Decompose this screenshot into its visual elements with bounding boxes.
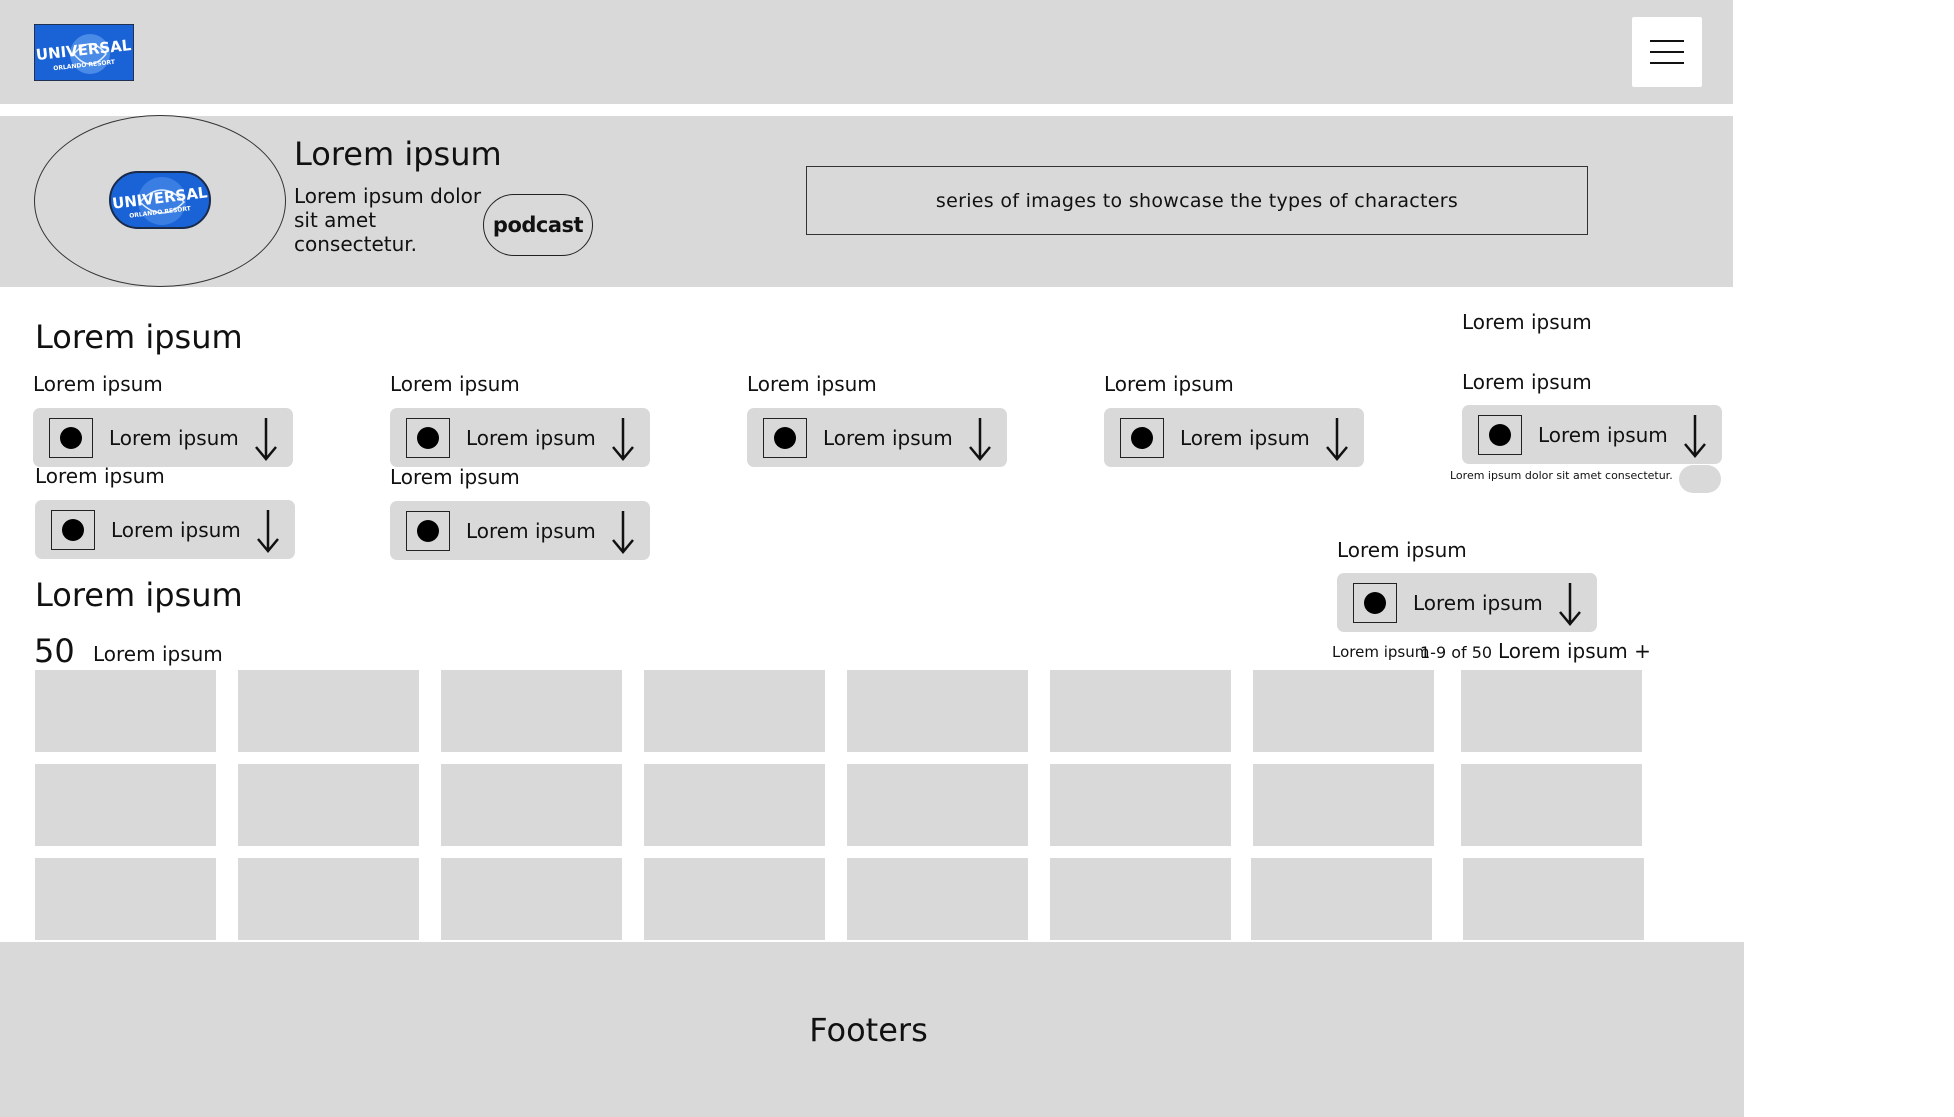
pager-range: 1-9 of 50 — [1420, 643, 1493, 662]
menu-button[interactable] — [1632, 17, 1702, 87]
result-tile[interactable] — [238, 764, 419, 846]
page-footer: Footers — [0, 942, 1744, 1117]
filter-dropdown[interactable]: Lorem ipsum — [35, 500, 295, 559]
dropdown-label: Lorem ipsum — [466, 426, 596, 450]
arrow-down-icon — [612, 418, 634, 461]
arrow-down-icon — [1684, 415, 1706, 458]
character-avatar: UNIVERSAL ORLANDO RESORT — [34, 115, 286, 287]
result-tile[interactable] — [644, 764, 825, 846]
top-navigation-bar — [0, 0, 1733, 104]
result-tile[interactable] — [847, 764, 1028, 846]
dropdown-label: Lorem ipsum — [111, 518, 241, 542]
arrow-down-icon — [255, 418, 277, 461]
hamburger-menu-icon-bar — [1650, 51, 1684, 53]
result-tile[interactable] — [1463, 858, 1644, 940]
filter-dropdown[interactable]: Lorem ipsum — [1337, 573, 1597, 632]
filter-dropdown[interactable]: Lorem ipsum — [1104, 408, 1364, 467]
result-tile[interactable] — [441, 764, 622, 846]
radio-icon — [406, 418, 450, 458]
filter-label: Lorem ipsum — [1462, 370, 1592, 394]
radio-icon — [406, 511, 450, 551]
filters-top-right-label: Lorem ipsum — [1462, 310, 1592, 334]
filter-label: Lorem ipsum — [747, 372, 877, 396]
result-tile[interactable] — [1251, 858, 1432, 940]
radio-icon — [1120, 418, 1164, 458]
result-tile[interactable] — [35, 858, 216, 940]
result-tile[interactable] — [1050, 670, 1231, 752]
results-section-title: Lorem ipsum — [35, 576, 243, 614]
radio-icon — [763, 418, 807, 458]
result-tile[interactable] — [1461, 670, 1642, 752]
result-tile[interactable] — [847, 670, 1028, 752]
filter-dropdown[interactable]: Lorem ipsum — [33, 408, 293, 467]
result-tile[interactable] — [1461, 764, 1642, 846]
load-more-link[interactable]: Lorem ipsum + — [1498, 639, 1651, 663]
result-tile[interactable] — [441, 670, 622, 752]
pager-label: Lorem ipsum — [1332, 643, 1430, 661]
results-count-label: Lorem ipsum — [93, 642, 223, 666]
result-tile[interactable] — [441, 858, 622, 940]
filter-label: Lorem ipsum — [1104, 372, 1234, 396]
arrow-down-icon — [612, 511, 634, 554]
toggle-switch[interactable] — [1679, 465, 1721, 493]
result-tile[interactable] — [1253, 764, 1434, 846]
hero-description: Lorem ipsum dolor sit amet consectetur. — [294, 184, 482, 256]
arrow-down-icon — [1559, 583, 1581, 626]
dropdown-label: Lorem ipsum — [466, 519, 596, 543]
result-tile[interactable] — [847, 858, 1028, 940]
result-tile[interactable] — [35, 670, 216, 752]
result-tile[interactable] — [644, 670, 825, 752]
filter-note: Lorem ipsum dolor sit amet consectetur. — [1450, 469, 1673, 482]
radio-icon — [1478, 415, 1522, 455]
result-tile[interactable] — [238, 858, 419, 940]
filters-section-title: Lorem ipsum — [35, 318, 243, 356]
filter-dropdown[interactable]: Lorem ipsum — [747, 408, 1007, 467]
results-count: 50 — [34, 632, 75, 670]
dropdown-label: Lorem ipsum — [1180, 426, 1310, 450]
filter-label: Lorem ipsum — [1337, 538, 1467, 562]
filter-dropdown[interactable]: Lorem ipsum — [1462, 405, 1722, 464]
radio-icon — [49, 418, 93, 458]
universal-logo[interactable]: UNIVERSAL ORLANDO RESORT — [33, 23, 135, 82]
character-images-placeholder: series of images to showcase the types o… — [806, 166, 1588, 235]
arrow-down-icon — [1326, 418, 1348, 461]
dropdown-label: Lorem ipsum — [1413, 591, 1543, 615]
hamburger-menu-icon-bar — [1650, 62, 1684, 64]
filter-dropdown[interactable]: Lorem ipsum — [390, 408, 650, 467]
result-tile[interactable] — [1050, 764, 1231, 846]
dropdown-label: Lorem ipsum — [109, 426, 239, 450]
hero-title: Lorem ipsum — [294, 135, 502, 173]
podcast-button[interactable]: podcast — [483, 194, 593, 256]
filter-dropdown[interactable]: Lorem ipsum — [390, 501, 650, 560]
radio-icon — [51, 510, 95, 550]
universal-logo-badge: UNIVERSAL ORLANDO RESORT — [109, 171, 211, 229]
result-tile[interactable] — [35, 764, 216, 846]
result-tile[interactable] — [238, 670, 419, 752]
radio-icon — [1353, 583, 1397, 623]
result-tile[interactable] — [644, 858, 825, 940]
filter-label: Lorem ipsum — [390, 465, 520, 489]
dropdown-label: Lorem ipsum — [1538, 423, 1668, 447]
filter-label: Lorem ipsum — [35, 464, 165, 488]
footer-text: Footers — [809, 1010, 928, 1049]
arrow-down-icon — [969, 418, 991, 461]
arrow-down-icon — [257, 510, 279, 553]
filter-label: Lorem ipsum — [33, 372, 163, 396]
filter-label: Lorem ipsum — [390, 372, 520, 396]
result-tile[interactable] — [1253, 670, 1434, 752]
dropdown-label: Lorem ipsum — [823, 426, 953, 450]
result-tile[interactable] — [1050, 858, 1231, 940]
hamburger-menu-icon — [1650, 40, 1684, 42]
